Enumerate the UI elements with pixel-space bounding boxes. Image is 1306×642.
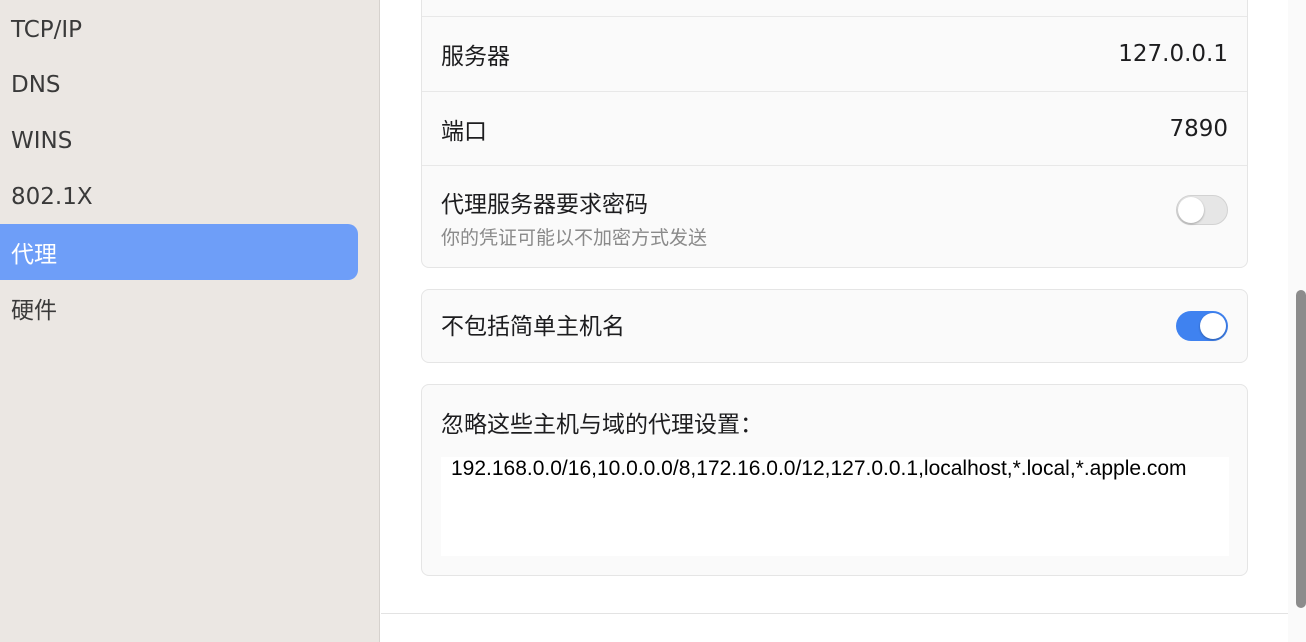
scrollbar-thumb[interactable]: [1296, 290, 1306, 608]
server-row: 服务器 127.0.0.1: [422, 17, 1247, 91]
exclude-simple-row: 不包括简单主机名: [422, 290, 1247, 362]
bypass-label: 忽略这些主机与域的代理设置：: [441, 412, 763, 438]
exclude-simple-toggle[interactable]: [1176, 311, 1228, 341]
password-label: 代理服务器要求密码: [441, 191, 648, 218]
toggle-knob: [1200, 313, 1226, 339]
bypass-hosts-textarea[interactable]: 192.168.0.0/16,10.0.0.0/8,172.16.0.0/12,…: [441, 457, 1229, 556]
sidebar-item-label: DNS: [11, 72, 61, 98]
sidebar-item-proxy[interactable]: 代理: [0, 224, 358, 280]
sidebar-item-label: WINS: [11, 128, 73, 154]
exclude-simple-label: 不包括简单主机名: [441, 314, 625, 340]
sidebar-item-label: 802.1X: [11, 184, 93, 210]
server-label: 服务器: [441, 44, 510, 70]
sidebar: TCP/IP DNS WINS 802.1X 代理 硬件: [0, 0, 380, 642]
server-field[interactable]: 127.0.0.1: [1118, 41, 1228, 67]
port-label: 端口: [441, 118, 487, 145]
port-field[interactable]: 7890: [1169, 116, 1228, 142]
sidebar-item-hardware[interactable]: 硬件: [0, 280, 358, 336]
password-text: 代理服务器要求密码 你的凭证可能以不加密方式发送: [441, 185, 707, 250]
proxy-server-group: 服务器 127.0.0.1 端口 7890 代理服务器要求密码 你的凭证可能以不…: [421, 0, 1248, 268]
sidebar-item-tcpip[interactable]: TCP/IP: [0, 2, 358, 58]
bypass-group: 忽略这些主机与域的代理设置： 192.168.0.0/16,10.0.0.0/8…: [421, 384, 1248, 576]
password-row: 代理服务器要求密码 你的凭证可能以不加密方式发送: [422, 166, 1247, 268]
sidebar-item-8021x[interactable]: 802.1X: [0, 169, 358, 225]
sidebar-item-label: 硬件: [11, 298, 57, 324]
port-row: 端口 7890: [422, 92, 1247, 165]
sidebar-item-dns[interactable]: DNS: [0, 57, 358, 113]
sidebar-item-wins[interactable]: WINS: [0, 113, 358, 169]
proxy-settings-pane: 服务器 127.0.0.1 端口 7890 代理服务器要求密码 你的凭证可能以不…: [381, 0, 1288, 614]
toggle-knob: [1178, 197, 1204, 223]
password-required-toggle[interactable]: [1176, 195, 1228, 225]
password-sublabel: 你的凭证可能以不加密方式发送: [441, 226, 708, 249]
exclude-simple-group: 不包括简单主机名: [421, 289, 1248, 363]
sidebar-item-label: TCP/IP: [11, 17, 83, 43]
bottom-strip: [381, 615, 1306, 642]
sidebar-item-label: 代理: [11, 242, 57, 268]
